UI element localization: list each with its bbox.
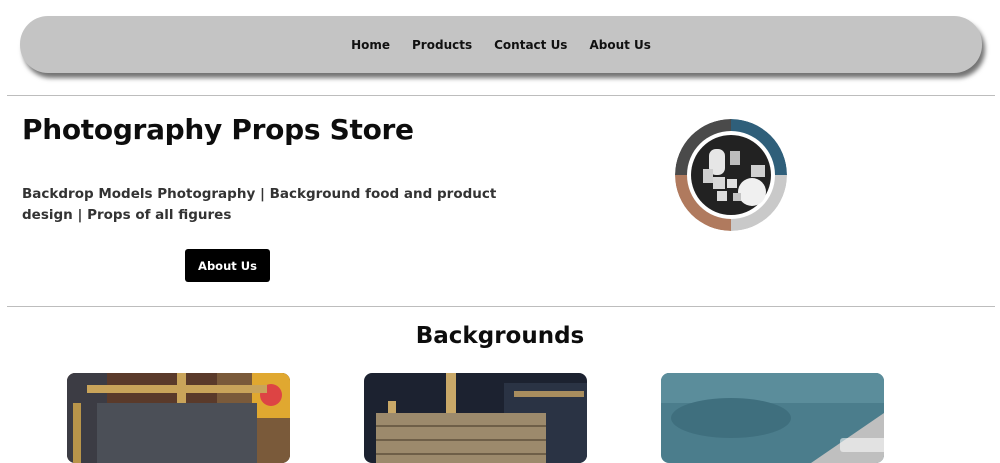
product-card-image[interactable]: [364, 373, 587, 463]
wooden-backdrop-on-easel-image: [364, 373, 587, 463]
nav-about-link[interactable]: About Us: [589, 38, 650, 52]
nav-contact-link[interactable]: Contact Us: [494, 38, 567, 52]
hero-description: Backdrop Models Photography | Background…: [22, 186, 497, 223]
overlay-badge: [840, 438, 920, 452]
about-us-button[interactable]: About Us: [185, 249, 270, 282]
section-divider: [7, 306, 995, 307]
main-navbar: Home Products Contact Us About Us: [20, 16, 982, 73]
dark-backdrop-on-easel-image: [67, 373, 290, 463]
nav-home-link[interactable]: Home: [351, 38, 390, 52]
nav-products-link[interactable]: Products: [412, 38, 472, 52]
page-title: Photography Props Store: [22, 113, 414, 146]
camera-props-logo-icon: [675, 119, 787, 231]
section-title: Backgrounds: [415, 323, 585, 349]
product-card-image[interactable]: [67, 373, 290, 463]
top-divider: [7, 95, 995, 96]
